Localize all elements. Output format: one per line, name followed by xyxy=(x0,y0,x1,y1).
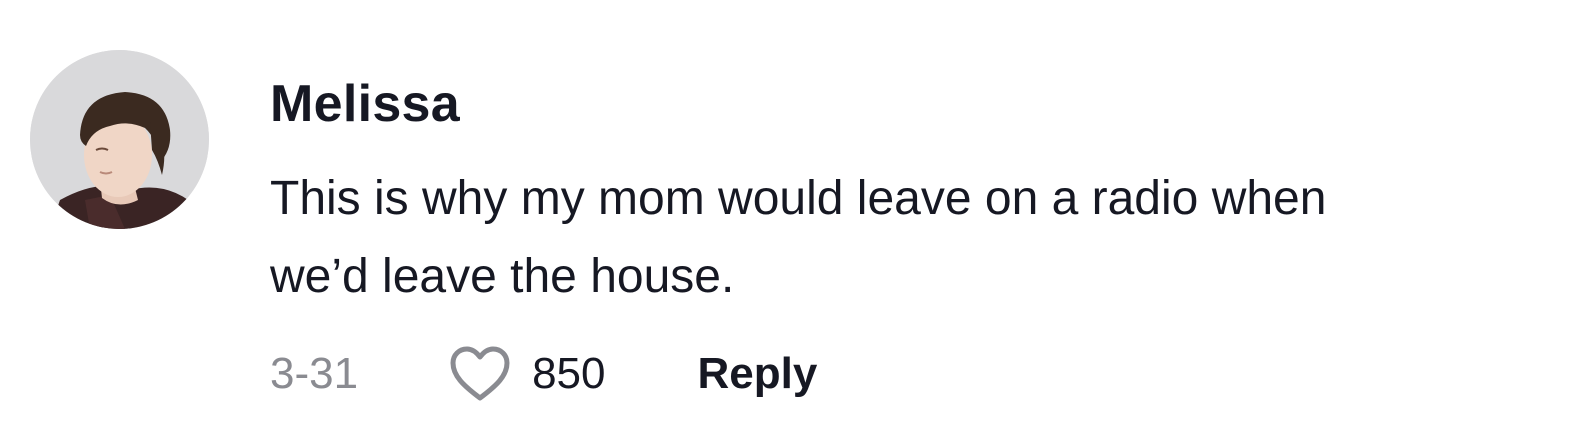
like-button[interactable]: 850 xyxy=(448,344,606,404)
avatar[interactable] xyxy=(30,50,209,229)
like-count: 850 xyxy=(532,349,606,398)
comment-text-line: This is why my mom would leave on a radi… xyxy=(270,172,1327,225)
comment-item: Melissa This is why my mom would leave o… xyxy=(0,0,1581,425)
reply-button[interactable]: Reply xyxy=(698,344,818,404)
avatar-photo-icon xyxy=(30,50,209,229)
comment-date: 3-31 xyxy=(270,349,359,398)
comment-meta-row: 3-31 850 Reply xyxy=(270,344,817,404)
heart-outline-icon[interactable] xyxy=(448,345,512,403)
comment-text-line: we’d leave the house. xyxy=(270,250,735,303)
comment-text: This is why my mom would leave on a radi… xyxy=(270,160,1570,316)
comment-username[interactable]: Melissa xyxy=(270,74,460,134)
